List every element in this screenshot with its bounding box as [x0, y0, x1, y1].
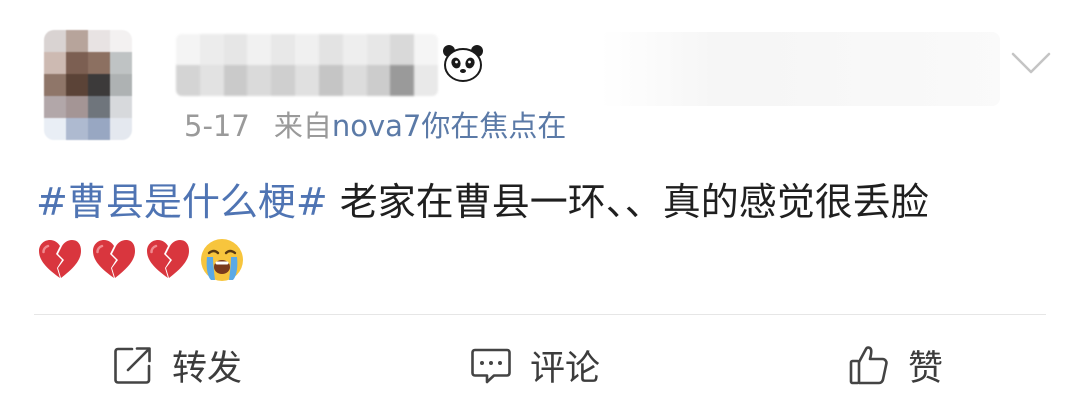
post-text: 老家在曹县一环、、真的感觉很丢脸 [327, 180, 929, 224]
share-icon [114, 347, 151, 384]
loudly-crying-face-icon [201, 239, 243, 281]
comment-button[interactable]: 评论 [470, 340, 600, 390]
broken-heart-icon [93, 240, 135, 278]
broken-heart-icon [39, 240, 81, 278]
like-button[interactable]: 赞 [848, 340, 943, 390]
post-meta: 5-17 来自nova7你在焦点在 [184, 106, 566, 146]
panda-icon [443, 45, 483, 82]
username-censored[interactable] [176, 34, 438, 96]
chevron-down-icon[interactable] [1010, 50, 1052, 76]
post-date: 5-17 [184, 109, 250, 143]
post-body: #曹县是什么梗# 老家在曹县一环、、真的感觉很丢脸 [36, 172, 929, 232]
weibo-post-card: 5-17 来自nova7你在焦点在 #曹县是什么梗# 老家在曹县一环、、真的感觉很… [0, 0, 1080, 416]
emoji-row [36, 236, 246, 286]
avatar[interactable] [44, 30, 132, 140]
broken-heart-icon [147, 240, 189, 278]
comment-label: 评论 [530, 348, 601, 389]
comment-icon [471, 348, 511, 384]
source-prefix: 来自 [273, 109, 332, 143]
repost-button[interactable]: 转发 [112, 340, 242, 390]
thumbs-up-icon [849, 346, 888, 385]
hashtag-link[interactable]: #曹县是什么梗# [36, 180, 328, 224]
repost-label: 转发 [172, 348, 243, 389]
divider [34, 314, 1046, 315]
source-device-link[interactable]: nova7你在焦点在 [332, 109, 567, 143]
like-label: 赞 [908, 348, 944, 389]
header-blur-region [600, 32, 1000, 106]
